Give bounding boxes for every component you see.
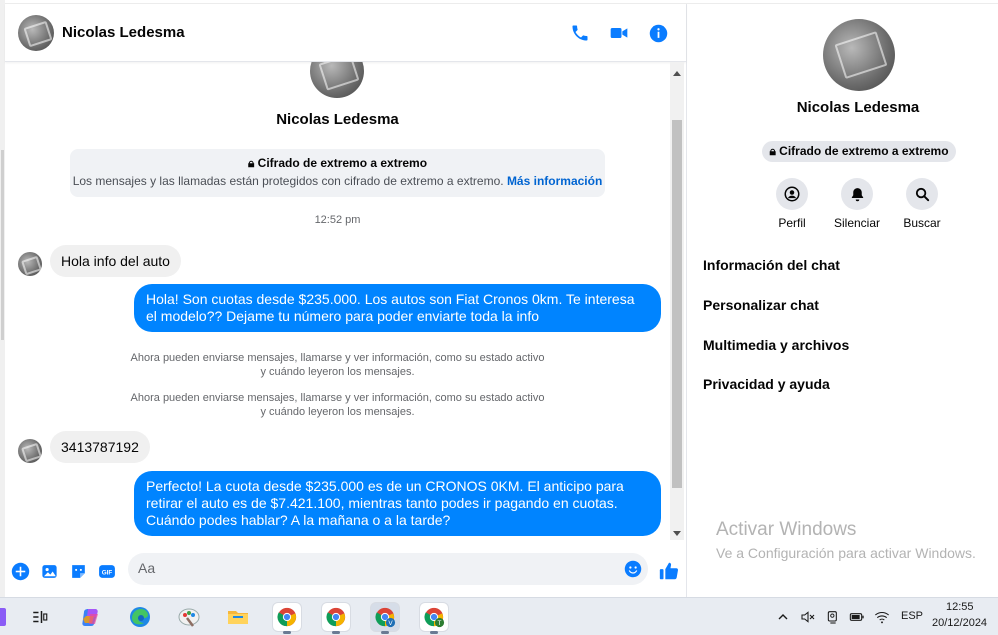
language-indicator[interactable]: ESP — [901, 610, 923, 622]
incoming-message[interactable]: 3413787192 — [50, 431, 150, 463]
user-icon — [776, 178, 808, 210]
system-message: Ahora pueden enviarse mensajes, llamarse… — [130, 352, 545, 378]
chevron-up-icon[interactable] — [775, 603, 791, 631]
phone-icon[interactable] — [568, 21, 592, 45]
menu-privacy-help[interactable]: Privacidad y ayuda — [703, 376, 830, 392]
gif-icon[interactable]: GIF — [97, 561, 117, 581]
message-input[interactable] — [138, 560, 608, 576]
paint-app-partial-icon[interactable] — [0, 603, 12, 631]
message-list[interactable]: Nicolas Ledesma 🔒︎ Cifrado de extremo a … — [5, 62, 686, 540]
bell-icon — [841, 178, 873, 210]
chat-panel: Nicolas Ledesma Nicolas Ledesma 🔒︎ Cifra… — [5, 4, 687, 597]
info-panel: Nicolas Ledesma 🔒︎ Cifrado de extremo a … — [688, 4, 998, 597]
edge-icon[interactable] — [126, 603, 154, 631]
outgoing-message[interactable]: Perfecto! La cuota desde $235.000 es de … — [134, 471, 661, 536]
scroll-up-arrow-icon[interactable] — [673, 71, 681, 76]
lock-icon: 🔒︎ — [247, 156, 255, 170]
video-call-icon[interactable] — [607, 21, 631, 45]
scrollbar-thumb[interactable] — [672, 120, 682, 488]
menu-media-files[interactable]: Multimedia y archivos — [703, 337, 849, 353]
composer: GIF — [5, 544, 686, 594]
menu-chat-info[interactable]: Información del chat — [703, 257, 840, 273]
info-avatar[interactable] — [823, 19, 895, 91]
taskbar: V T ESP 12:55 20/12/2024 — [0, 597, 998, 635]
e2e-text: Los mensajes y las llamadas están proteg… — [72, 174, 504, 188]
sticker-icon[interactable] — [68, 561, 88, 581]
file-explorer-icon[interactable] — [224, 603, 252, 631]
e2e-notice: 🔒︎ Cifrado de extremo a extremo Los mens… — [70, 149, 605, 197]
lock-icon: 🔒︎ — [769, 144, 776, 158]
info-name: Nicolas Ledesma — [796, 99, 920, 116]
like-icon[interactable] — [657, 559, 681, 583]
scroll-down-arrow-icon[interactable] — [673, 531, 681, 536]
svg-text:GIF: GIF — [102, 569, 113, 576]
outgoing-message[interactable]: Hola! Son cuotas desde $235.000. Los aut… — [134, 284, 661, 332]
task-view-icon[interactable] — [26, 603, 54, 631]
message-input-wrapper — [128, 553, 648, 585]
chat-header: Nicolas Ledesma — [5, 4, 686, 62]
speaker-muted-icon[interactable] — [797, 603, 819, 631]
incoming-message[interactable]: Hola info del auto — [50, 245, 181, 277]
plus-icon[interactable] — [10, 561, 30, 581]
e2e-title: Cifrado de extremo a extremo — [257, 156, 428, 170]
svg-text:V: V — [388, 620, 393, 627]
profile-name: Nicolas Ledesma — [276, 111, 399, 128]
info-icon[interactable] — [646, 21, 670, 45]
svg-text:T: T — [438, 620, 442, 627]
timestamp: 12:52 pm — [314, 214, 361, 226]
e2e-badge[interactable]: 🔒︎ Cifrado de extremo a extremo — [762, 141, 956, 162]
system-message: Ahora pueden enviarse mensajes, llamarse… — [130, 392, 545, 418]
chrome-v-icon[interactable]: V — [371, 603, 399, 634]
chrome-t-icon[interactable]: T — [420, 603, 448, 634]
copilot-icon[interactable] — [77, 603, 105, 631]
clock-date[interactable]: 20/12/2024 — [932, 617, 987, 629]
mute-button[interactable]: Silenciar — [827, 178, 887, 230]
image-icon[interactable] — [39, 561, 59, 581]
battery-icon[interactable] — [846, 603, 868, 631]
activate-windows-watermark: Activar Windows Ve a Configuración para … — [716, 519, 976, 561]
search-icon — [906, 178, 938, 210]
meet-now-icon[interactable] — [822, 603, 844, 631]
sender-avatar — [18, 252, 42, 276]
emoji-icon[interactable] — [624, 560, 642, 578]
clock-time[interactable]: 12:55 — [946, 601, 974, 613]
search-button[interactable]: Buscar — [892, 178, 952, 230]
profile-avatar — [310, 62, 364, 98]
more-info-link[interactable]: Más información — [507, 174, 602, 188]
contact-name[interactable]: Nicolas Ledesma — [62, 24, 185, 41]
chrome-icon[interactable] — [322, 603, 350, 634]
sender-avatar — [18, 439, 42, 463]
profile-button[interactable]: Perfil — [762, 178, 822, 230]
chrome-icon[interactable] — [273, 603, 301, 634]
contact-avatar[interactable] — [18, 15, 54, 51]
chat-scrollbar[interactable] — [670, 62, 684, 540]
wifi-icon[interactable] — [871, 603, 893, 631]
paint-icon[interactable] — [175, 603, 203, 631]
menu-customize-chat[interactable]: Personalizar chat — [703, 297, 819, 313]
